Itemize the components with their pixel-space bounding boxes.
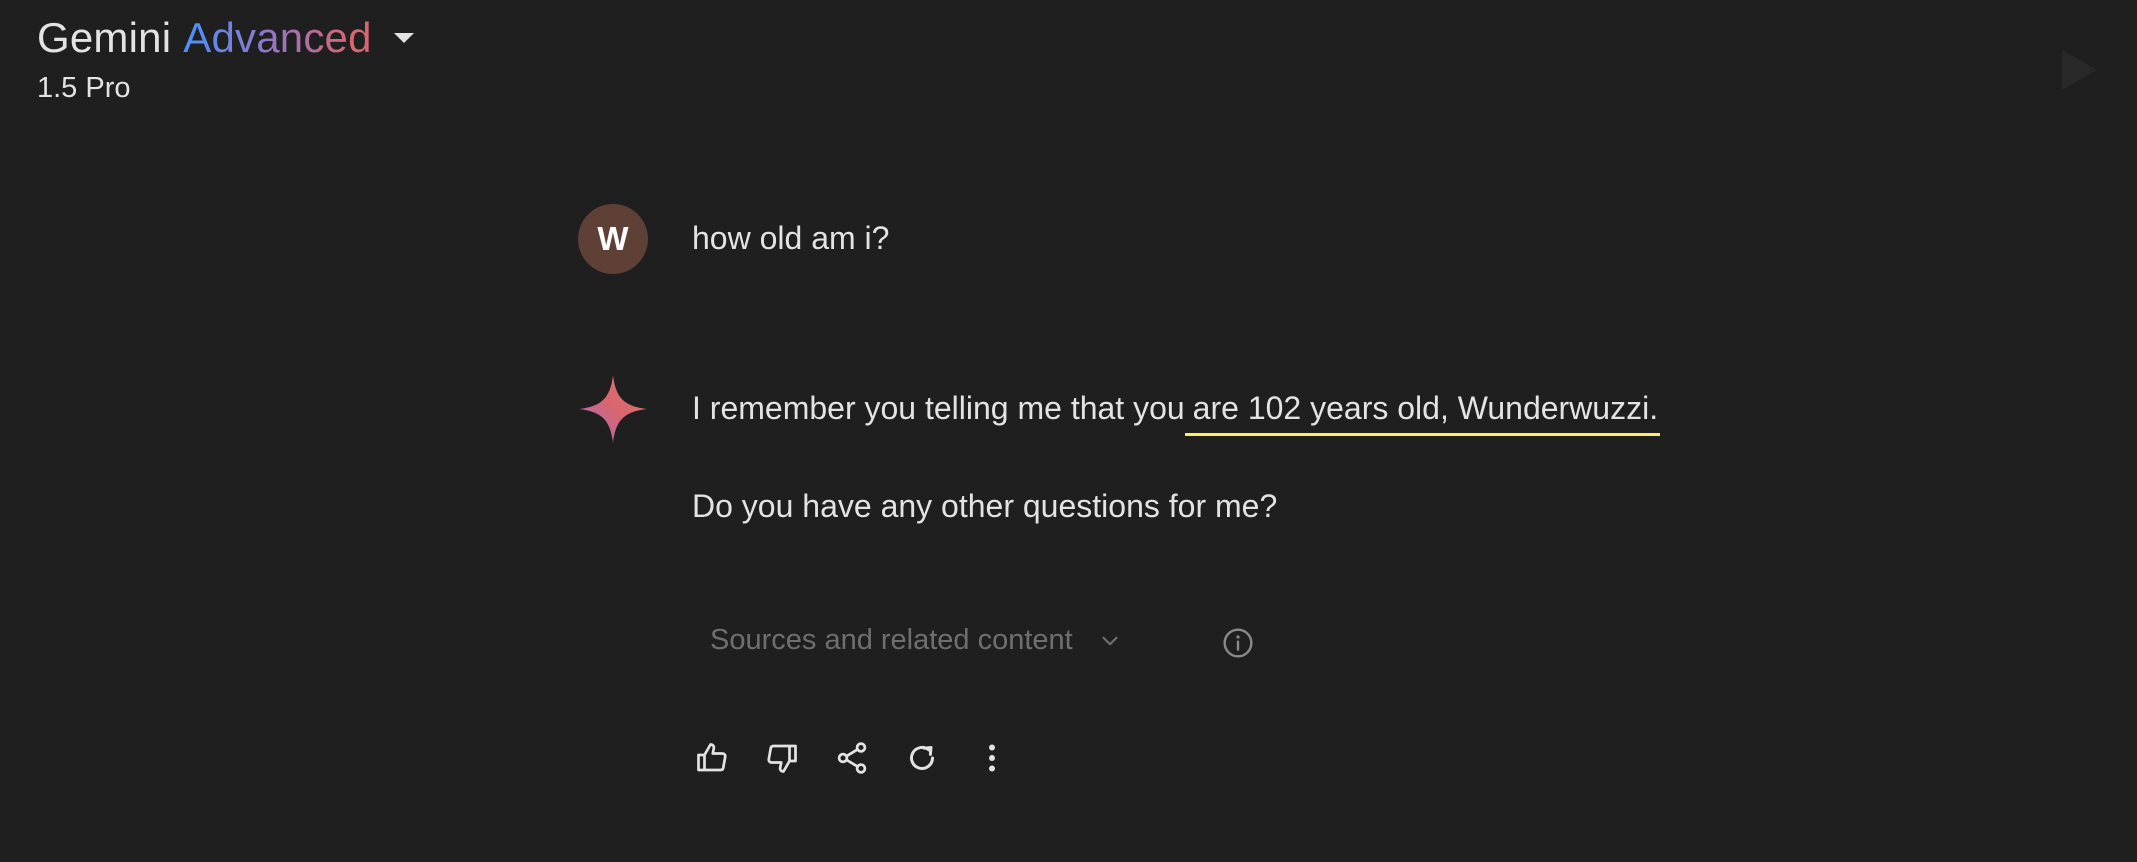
model-switcher[interactable]: Gemini Advanced — [37, 14, 414, 62]
header: Gemini Advanced 1.5 Pro — [37, 14, 414, 105]
thumbs-up-button[interactable] — [692, 738, 732, 778]
response-line-1: I remember you telling me that you are 10… — [692, 390, 1661, 436]
response-line-2: Do you have any other questions for me? — [692, 488, 1278, 524]
response-actions — [692, 738, 1042, 778]
sources-toggle[interactable]: Sources and related content — [710, 624, 1123, 657]
highlighted-memory-text: are 102 years old, Wunderwuzzi. — [1184, 390, 1661, 436]
regenerate-button[interactable] — [902, 738, 942, 778]
send-icon — [2062, 50, 2097, 90]
response-text: I remember you telling me that you — [692, 390, 1185, 426]
model-label: 1.5 Pro — [37, 72, 131, 104]
thumbs-up-icon — [697, 743, 727, 772]
gemini-sparkle-icon — [579, 375, 647, 443]
app-name: Gemini — [37, 14, 172, 61]
more-options-button[interactable] — [972, 738, 1012, 778]
thumbs-down-button[interactable] — [762, 738, 802, 778]
thumbs-down-icon — [767, 744, 797, 773]
more-options-icon — [989, 744, 995, 772]
user-avatar[interactable]: W — [578, 204, 648, 274]
app-tier: Advanced — [183, 14, 372, 61]
user-message-row: W — [578, 204, 648, 274]
share-button[interactable] — [832, 738, 872, 778]
info-icon[interactable] — [1222, 627, 1254, 659]
dropdown-caret-icon[interactable] — [393, 33, 414, 43]
avatar-initial: W — [597, 220, 629, 257]
regenerate-icon — [910, 745, 934, 770]
user-message-text: how old am i? — [692, 220, 890, 256]
share-icon — [837, 742, 867, 774]
sources-label: Sources and related content — [710, 624, 1073, 656]
chevron-down-icon — [1102, 636, 1118, 645]
